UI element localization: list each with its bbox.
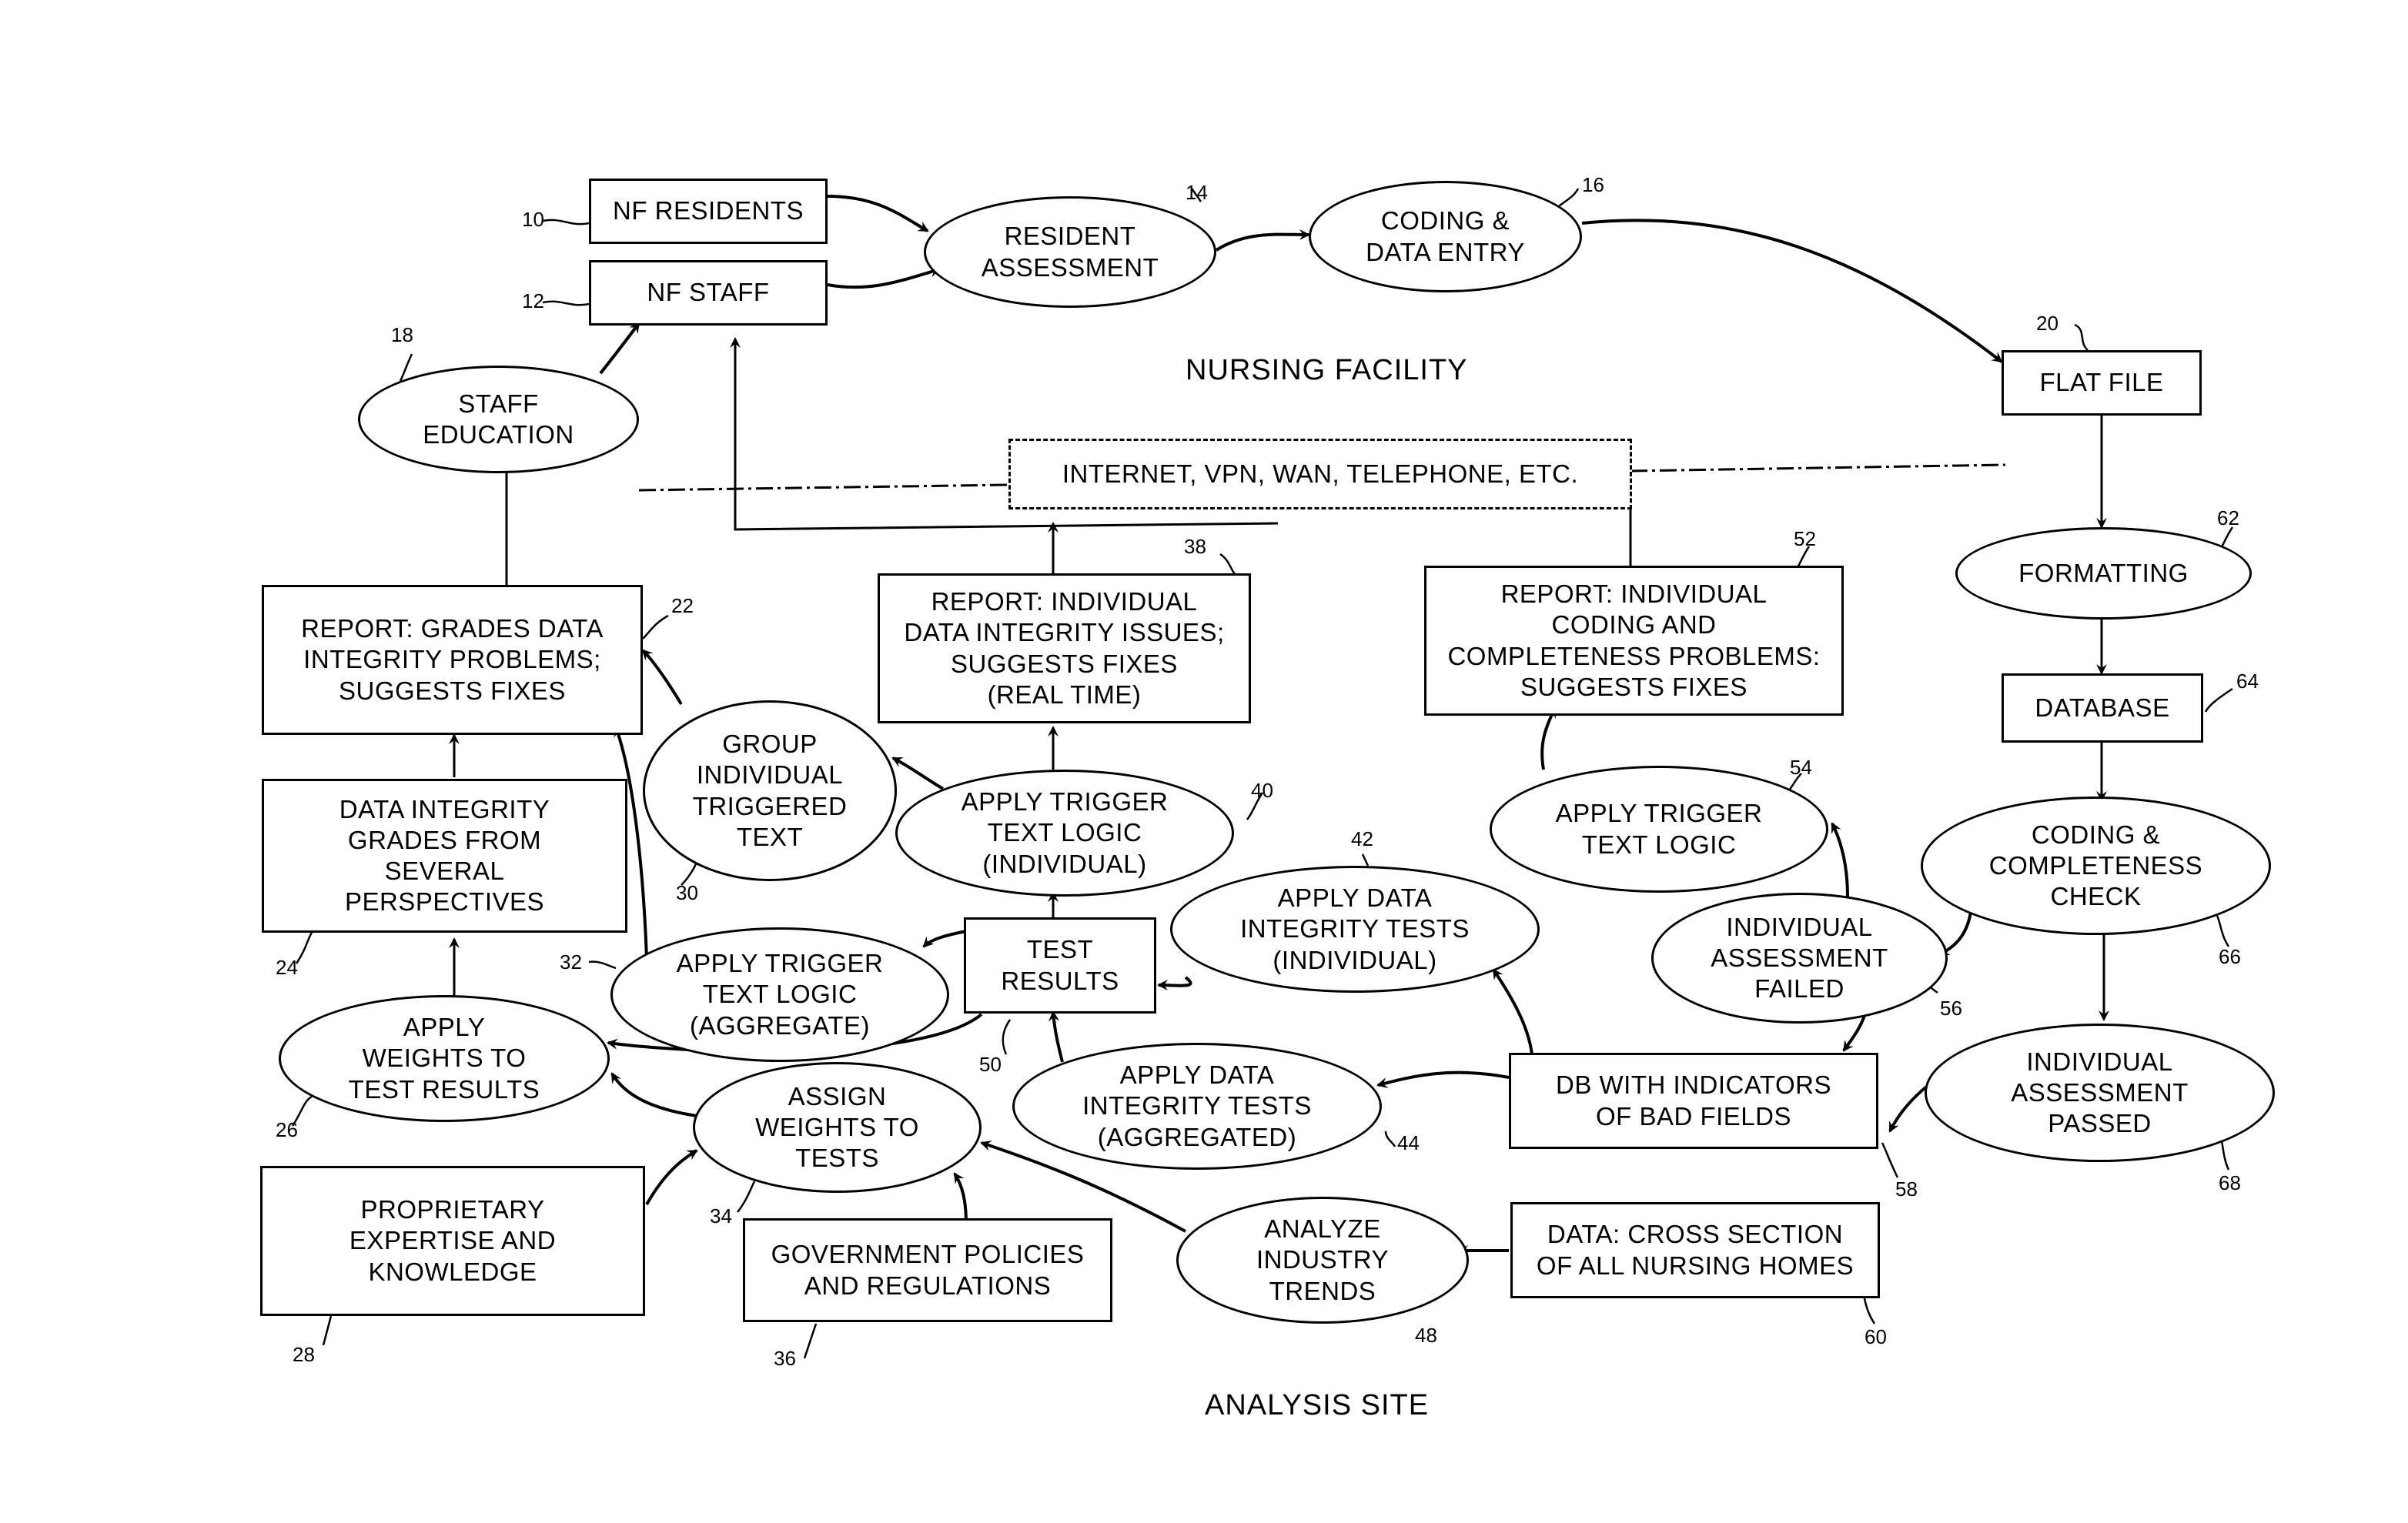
ref-60: 60 (1865, 1325, 1887, 1348)
leader-28 (322, 1315, 333, 1346)
node-report-coding[interactable]: REPORT: INDIVIDUAL CODING AND COMPLETENE… (1424, 566, 1844, 716)
network-boundary-left (638, 483, 1009, 492)
ref-10: 10 (522, 208, 544, 231)
edge-staff-assessment (827, 266, 941, 289)
node-trigger-text[interactable]: APPLY TRIGGER TEXT LOGIC (1490, 766, 1828, 893)
leader-16 (1558, 188, 1580, 207)
edge-db-integrity-agg (1376, 1070, 1510, 1088)
leader-34 (737, 1181, 756, 1213)
ref-38: 38 (1184, 535, 1206, 558)
ref-66: 66 (2219, 945, 2241, 968)
node-trigger-aggregate[interactable]: APPLY TRIGGER TEXT LOGIC (AGGREGATE) (610, 927, 949, 1062)
ref-56: 56 (1940, 997, 1962, 1020)
node-nf-staff[interactable]: NF STAFF (589, 260, 828, 326)
ref-34: 34 (710, 1204, 732, 1227)
node-grades-perspectives[interactable]: DATA INTEGRITY GRADES FROM SEVERAL PERSP… (262, 779, 627, 933)
leader-50 (1002, 1019, 1012, 1055)
node-cross-section[interactable]: DATA: CROSS SECTION OF ALL NURSING HOMES (1510, 1202, 1880, 1298)
ref-40: 40 (1251, 779, 1273, 802)
ref-26: 26 (276, 1118, 298, 1141)
leader-42 (1361, 853, 1370, 867)
edge-assign-weights (610, 1072, 697, 1117)
ref-24: 24 (276, 956, 298, 979)
leader-64 (2204, 687, 2233, 713)
leader-36 (803, 1323, 818, 1359)
leader-12 (542, 300, 590, 306)
node-database[interactable]: DATABASE (2002, 673, 2203, 743)
node-staff-education[interactable]: STAFF EDUCATION (358, 366, 639, 473)
edge-integrity-agg-results (1048, 1010, 1064, 1063)
ref-36: 36 (774, 1347, 796, 1370)
edge-passed-db (1888, 1084, 1930, 1133)
node-trigger-individual[interactable]: APPLY TRIGGER TEXT LOGIC (INDIVIDUAL) (895, 770, 1234, 897)
ref-12: 12 (522, 289, 544, 312)
ref-58: 58 (1895, 1177, 1918, 1201)
node-assessment-failed[interactable]: INDIVIDUAL ASSESSMENT FAILED (1651, 893, 1948, 1024)
edge-coding-flatfile (1581, 219, 2003, 363)
node-coding-data-entry[interactable]: CODING & DATA ENTRY (1309, 181, 1582, 292)
edge-assessment-coding (1215, 229, 1310, 252)
node-assign-weights[interactable]: ASSIGN WEIGHTS TO TESTS (693, 1062, 982, 1193)
ref-14: 14 (1186, 181, 1208, 204)
leader-10 (542, 219, 590, 225)
ref-16: 16 (1582, 173, 1604, 196)
node-resident-assessment[interactable]: RESIDENT ASSESSMENT (924, 196, 1216, 308)
edge-gov-assign (953, 1172, 968, 1224)
node-gov-policies[interactable]: GOVERNMENT POLICIES AND REGULATIONS (743, 1218, 1112, 1322)
node-integrity-individual[interactable]: APPLY DATA INTEGRITY TESTS (INDIVIDUAL) (1170, 866, 1540, 993)
ref-68: 68 (2219, 1171, 2241, 1194)
region-label-nursing-facility: NURSING FACILITY (1186, 354, 1468, 386)
ref-32: 32 (560, 950, 582, 974)
ref-20: 20 (2036, 312, 2059, 335)
edge-education-staff (599, 322, 640, 375)
edge-proprietary-assign (645, 1149, 698, 1205)
leader-44 (1384, 1131, 1396, 1147)
leader-32 (588, 960, 617, 970)
node-test-results[interactable]: TEST RESULTS (964, 917, 1156, 1014)
edge-trigger-report52 (1540, 706, 1557, 770)
ref-42: 42 (1351, 827, 1373, 850)
node-nf-residents[interactable]: NF RESIDENTS (589, 179, 828, 244)
ref-44: 44 (1397, 1131, 1420, 1154)
edge-residents-assessment (827, 195, 929, 232)
leader-24 (295, 927, 316, 964)
node-flat-file[interactable]: FLAT FILE (2002, 350, 2202, 416)
leader-66 (2216, 915, 2230, 947)
leader-22 (642, 614, 669, 640)
node-formatting[interactable]: FORMATTING (1955, 527, 2252, 620)
leader-20 (2074, 323, 2089, 351)
edge-db-integrity-ind (1492, 968, 1533, 1055)
node-report-individual-integrity[interactable]: REPORT: INDIVIDUAL DATA INTEGRITY ISSUES… (878, 573, 1251, 723)
edge-trigger-ind-group (891, 756, 945, 790)
ref-18: 18 (391, 323, 413, 346)
ref-52: 52 (1794, 527, 1816, 550)
node-report-grades[interactable]: REPORT: GRADES DATA INTEGRITY PROBLEMS; … (262, 585, 643, 735)
edge-group-report22 (641, 649, 683, 706)
network-boundary-right (1630, 463, 2006, 473)
node-integrity-aggregated[interactable]: APPLY DATA INTEGRITY TESTS (AGGREGATED) (1012, 1043, 1382, 1170)
ref-28: 28 (293, 1343, 315, 1366)
ref-22: 22 (671, 594, 694, 617)
region-label-analysis-site: ANALYSIS SITE (1205, 1389, 1430, 1421)
ref-64: 64 (2236, 670, 2259, 693)
node-coding-check[interactable]: CODING & COMPLETENESS CHECK (1921, 797, 2271, 935)
node-network[interactable]: INTERNET, VPN, WAN, TELEPHONE, ETC. (1008, 439, 1632, 509)
node-group-triggered[interactable]: GROUP INDIVIDUAL TRIGGERED TEXT (643, 700, 897, 881)
node-apply-weights[interactable]: APPLY WEIGHTS TO TEST RESULTS (279, 995, 610, 1122)
edge-integrity-ind-results (1157, 976, 1192, 991)
ref-54: 54 (1790, 756, 1812, 779)
node-assessment-passed[interactable]: INDIVIDUAL ASSESSMENT PASSED (1925, 1024, 2275, 1162)
ref-50: 50 (979, 1053, 1002, 1076)
edge-results-trigger-agg (922, 930, 967, 948)
node-industry-trends[interactable]: ANALYZE INDUSTRY TRENDS (1176, 1197, 1469, 1324)
node-db-bad-fields[interactable]: DB WITH INDICATORS OF BAD FIELDS (1509, 1053, 1878, 1149)
edge-failed-trigger (1831, 822, 1849, 897)
ref-48: 48 (1415, 1324, 1437, 1347)
ref-62: 62 (2217, 506, 2239, 529)
leader-58 (1881, 1142, 1899, 1178)
node-proprietary[interactable]: PROPRIETARY EXPERTISE AND KNOWLEDGE (260, 1166, 645, 1316)
ref-30: 30 (676, 881, 698, 904)
